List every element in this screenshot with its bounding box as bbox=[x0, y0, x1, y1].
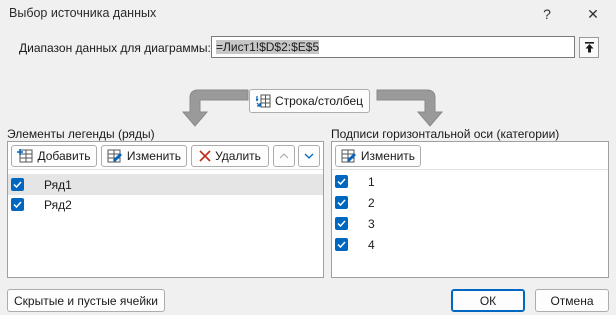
cancel-label: Отмена bbox=[550, 293, 594, 308]
ok-button[interactable]: ОК bbox=[451, 289, 525, 312]
checkbox-checked-icon[interactable] bbox=[335, 217, 348, 230]
checkbox-checked-icon[interactable] bbox=[335, 196, 348, 209]
add-series-button[interactable]: Добавить bbox=[11, 145, 97, 167]
cancel-button[interactable]: Отмена bbox=[535, 289, 609, 312]
collapse-dialog-button[interactable] bbox=[579, 37, 599, 58]
hidden-empty-cells-button[interactable]: Скрытые и пустые ячейки bbox=[7, 289, 165, 312]
legend-item-2[interactable]: Ряд2 bbox=[8, 194, 323, 215]
move-down-button[interactable] bbox=[298, 145, 320, 167]
add-icon bbox=[17, 149, 33, 163]
edit-icon bbox=[107, 149, 122, 163]
axis-toolbar: Изменить bbox=[332, 142, 608, 170]
checkbox-checked-icon[interactable] bbox=[335, 175, 348, 188]
chevron-down-icon bbox=[304, 153, 314, 159]
axis-item-4[interactable]: 4 bbox=[332, 234, 608, 255]
help-button[interactable]: ? bbox=[532, 0, 562, 28]
remove-series-label: Удалить bbox=[215, 149, 261, 163]
switch-icon bbox=[255, 94, 271, 108]
checkbox-checked-icon[interactable] bbox=[335, 238, 348, 251]
close-button[interactable]: ✕ bbox=[578, 0, 608, 28]
window-title: Выбор источника данных bbox=[9, 6, 157, 20]
axis-panel: Изменить 1 2 3 4 bbox=[331, 141, 609, 278]
collapse-arrow-icon bbox=[584, 42, 594, 53]
close-icon: ✕ bbox=[587, 5, 599, 22]
checkbox-checked-icon[interactable] bbox=[11, 178, 24, 191]
edit-axis-labels-label: Изменить bbox=[360, 149, 416, 163]
legend-toolbar: Добавить Изменить Удалить bbox=[8, 142, 323, 170]
legend-item-label: Ряд1 bbox=[44, 177, 72, 192]
axis-item-label: 4 bbox=[368, 237, 375, 252]
axis-item-label: 2 bbox=[368, 195, 375, 210]
range-value: =Лист1!$D$2:$E$5 bbox=[216, 40, 320, 54]
checkbox-checked-icon[interactable] bbox=[11, 198, 24, 211]
legend-section-label: Элементы легенды (ряды) bbox=[7, 127, 155, 141]
add-series-label: Добавить bbox=[37, 149, 91, 163]
edit-axis-labels-button[interactable]: Изменить bbox=[335, 145, 421, 167]
switch-row-column-button[interactable]: Строка/столбец bbox=[249, 89, 370, 113]
legend-item-label: Ряд2 bbox=[44, 197, 72, 212]
axis-section-label: Подписи горизонтальной оси (категории) bbox=[331, 127, 560, 141]
hidden-empty-cells-label: Скрытые и пустые ячейки bbox=[14, 293, 158, 308]
range-label: Диапазон данных для диаграммы: bbox=[19, 41, 211, 55]
move-up-button[interactable] bbox=[273, 145, 295, 167]
range-input[interactable]: =Лист1!$D$2:$E$5 bbox=[211, 36, 575, 58]
ok-label: ОК bbox=[479, 293, 497, 308]
edit-icon bbox=[341, 149, 356, 163]
arrow-right-icon bbox=[376, 89, 444, 127]
edit-series-button[interactable]: Изменить bbox=[101, 145, 187, 167]
legend-panel: Добавить Изменить Удалить Ряд1 Ряд2 bbox=[7, 141, 324, 278]
axis-item-3[interactable]: 3 bbox=[332, 213, 608, 234]
axis-item-1[interactable]: 1 bbox=[332, 171, 608, 192]
remove-series-button[interactable]: Удалить bbox=[191, 145, 269, 167]
axis-item-label: 1 bbox=[368, 174, 375, 189]
chevron-up-icon bbox=[279, 153, 289, 159]
remove-icon bbox=[199, 150, 211, 162]
legend-item-1[interactable]: Ряд1 bbox=[8, 174, 323, 195]
switch-label: Строка/столбец bbox=[274, 94, 364, 108]
edit-series-label: Изменить bbox=[126, 149, 182, 163]
axis-item-2[interactable]: 2 bbox=[332, 192, 608, 213]
axis-item-label: 3 bbox=[368, 216, 375, 231]
arrow-left-icon bbox=[181, 89, 249, 127]
